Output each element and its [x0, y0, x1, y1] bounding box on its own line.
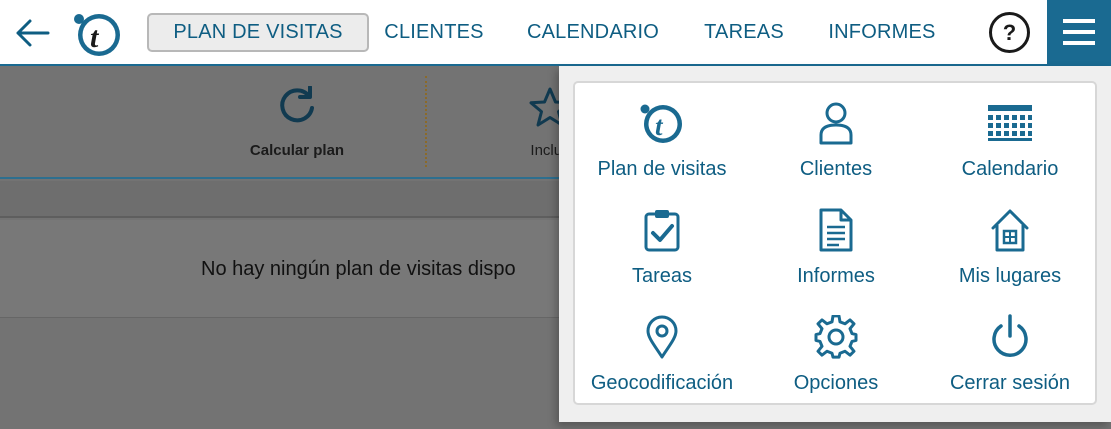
- t-logo-icon: t: [74, 14, 120, 56]
- person-icon: [819, 102, 853, 145]
- help-button[interactable]: ?: [989, 12, 1030, 53]
- arrow-left-icon: [16, 19, 50, 47]
- menu-item-clientes[interactable]: Clientes: [749, 83, 923, 190]
- document-icon: [819, 208, 853, 252]
- menu-item-label: Plan de visitas: [597, 158, 727, 180]
- menu-item-label: Cerrar sesión: [949, 372, 1071, 394]
- menu-grid: t Plan de visitas Clientes Calendario Ta…: [573, 81, 1097, 405]
- menu-item-label: Mis lugares: [958, 265, 1062, 287]
- menu-item-tareas[interactable]: Tareas: [575, 190, 749, 297]
- clipboard-check-icon: [644, 210, 680, 252]
- gear-icon: [814, 315, 858, 359]
- app-logo[interactable]: t: [71, 9, 125, 59]
- menu-button[interactable]: [1047, 0, 1111, 64]
- top-bar: t PLAN DE VISITAS CLIENTES CALENDARIO TA…: [0, 0, 1111, 66]
- refresh-icon: [280, 86, 314, 123]
- map-pin-icon: [646, 315, 678, 359]
- power-icon: [992, 314, 1028, 357]
- menu-item-opciones[interactable]: Opciones: [749, 297, 923, 403]
- nav-label: INFORMES: [828, 20, 936, 43]
- menu-item-label: Clientes: [799, 158, 873, 180]
- calculate-plan-button[interactable]: Calcular plan: [226, 66, 368, 179]
- house-icon: [991, 209, 1029, 252]
- nav-plan-de-visitas[interactable]: PLAN DE VISITAS: [147, 0, 369, 64]
- menu-item-label: Geocodificación: [590, 372, 734, 394]
- menu-item-informes[interactable]: Informes: [749, 190, 923, 297]
- calculate-plan-label: Calcular plan: [249, 142, 345, 159]
- hamburger-icon: [1063, 19, 1095, 45]
- t-logo-icon: t: [640, 104, 682, 143]
- toolbar-divider: [425, 76, 427, 167]
- menu-item-label: Tareas: [631, 265, 693, 287]
- nav-informes[interactable]: INFORMES: [815, 0, 949, 64]
- help-icon: ?: [1002, 19, 1017, 45]
- nav-label: CALENDARIO: [526, 20, 660, 43]
- empty-state-message: No hay ningún plan de visitas dispo: [201, 258, 516, 280]
- menu-item-label: Calendario: [961, 158, 1059, 180]
- nav-clientes[interactable]: CLIENTES: [372, 0, 496, 64]
- main-menu-dropdown: t Plan de visitas Clientes Calendario Ta…: [559, 66, 1111, 422]
- menu-item-geocodificacion[interactable]: Geocodificación: [575, 297, 749, 403]
- nav-label: CLIENTES: [384, 20, 484, 43]
- menu-item-label: Informes: [797, 265, 875, 287]
- nav-calendario[interactable]: CALENDARIO: [514, 0, 672, 64]
- calendar-icon: [988, 105, 1032, 141]
- menu-item-plan-de-visitas[interactable]: t Plan de visitas: [575, 83, 749, 190]
- menu-item-calendario[interactable]: Calendario: [923, 83, 1097, 190]
- menu-item-mis-lugares[interactable]: Mis lugares: [923, 190, 1097, 297]
- back-button[interactable]: [12, 15, 52, 51]
- menu-item-label: Opciones: [793, 372, 879, 394]
- nav-label: TAREAS: [704, 20, 784, 43]
- nav-tareas[interactable]: TAREAS: [690, 0, 798, 64]
- menu-item-cerrar-sesion[interactable]: Cerrar sesión: [923, 297, 1097, 403]
- nav-label: PLAN DE VISITAS: [147, 12, 369, 52]
